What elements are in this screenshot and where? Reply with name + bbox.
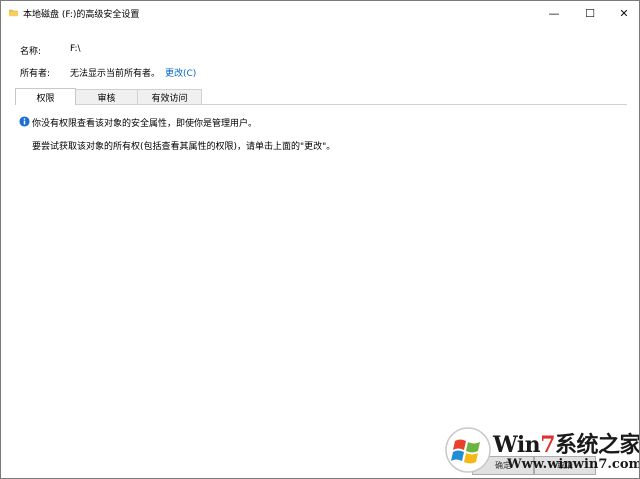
name-value: F:\ <box>70 44 81 54</box>
maximize-button[interactable]: ☐ <box>573 1 607 25</box>
title-bar[interactable]: 本地磁盘 (F:)的高级安全设置 — ☐ ✕ <box>1 1 639 25</box>
tab-label: 审核 <box>97 93 116 104</box>
watermark-brand: Win7系统之家 <box>493 432 640 458</box>
tab-effective-access[interactable]: 有效访问 <box>137 89 202 104</box>
folder-icon <box>9 9 18 17</box>
take-ownership-hint: 要尝试获取该对象的所有权(包括查看其属性的权限)，请单击上面的"更改"。 <box>32 142 336 152</box>
advanced-security-settings-window: 本地磁盘 (F:)的高级安全设置 — ☐ ✕ 名称: F:\ 所有者: 无法显示… <box>0 0 640 479</box>
tab-auditing[interactable]: 审核 <box>74 89 139 104</box>
tab-label: 有效访问 <box>151 93 188 104</box>
maximize-icon: ☐ <box>585 6 595 20</box>
change-owner-link[interactable]: 更改(C) <box>165 66 196 79</box>
owner-value: 无法显示当前所有者。 <box>70 69 161 79</box>
info-icon <box>19 116 30 127</box>
tab-permissions[interactable]: 权限 <box>15 88 76 105</box>
minimize-button[interactable]: — <box>537 1 571 25</box>
no-permission-message: 你没有权限查看该对象的安全属性，即使你是管理用户。 <box>32 119 258 129</box>
name-label: 名称: <box>20 47 42 57</box>
minimize-icon: — <box>548 6 560 20</box>
window-title: 本地磁盘 (F:)的高级安全设置 <box>23 10 140 20</box>
watermark: Win7系统之家 Www.winwin7.com <box>441 421 640 478</box>
owner-label: 所有者: <box>20 69 51 79</box>
watermark-url: Www.winwin7.com <box>507 457 640 472</box>
tab-label: 权限 <box>36 93 55 104</box>
close-icon: ✕ <box>619 6 629 20</box>
tab-panel <box>15 104 627 465</box>
windows-logo-icon <box>445 427 491 473</box>
close-button[interactable]: ✕ <box>607 1 639 25</box>
